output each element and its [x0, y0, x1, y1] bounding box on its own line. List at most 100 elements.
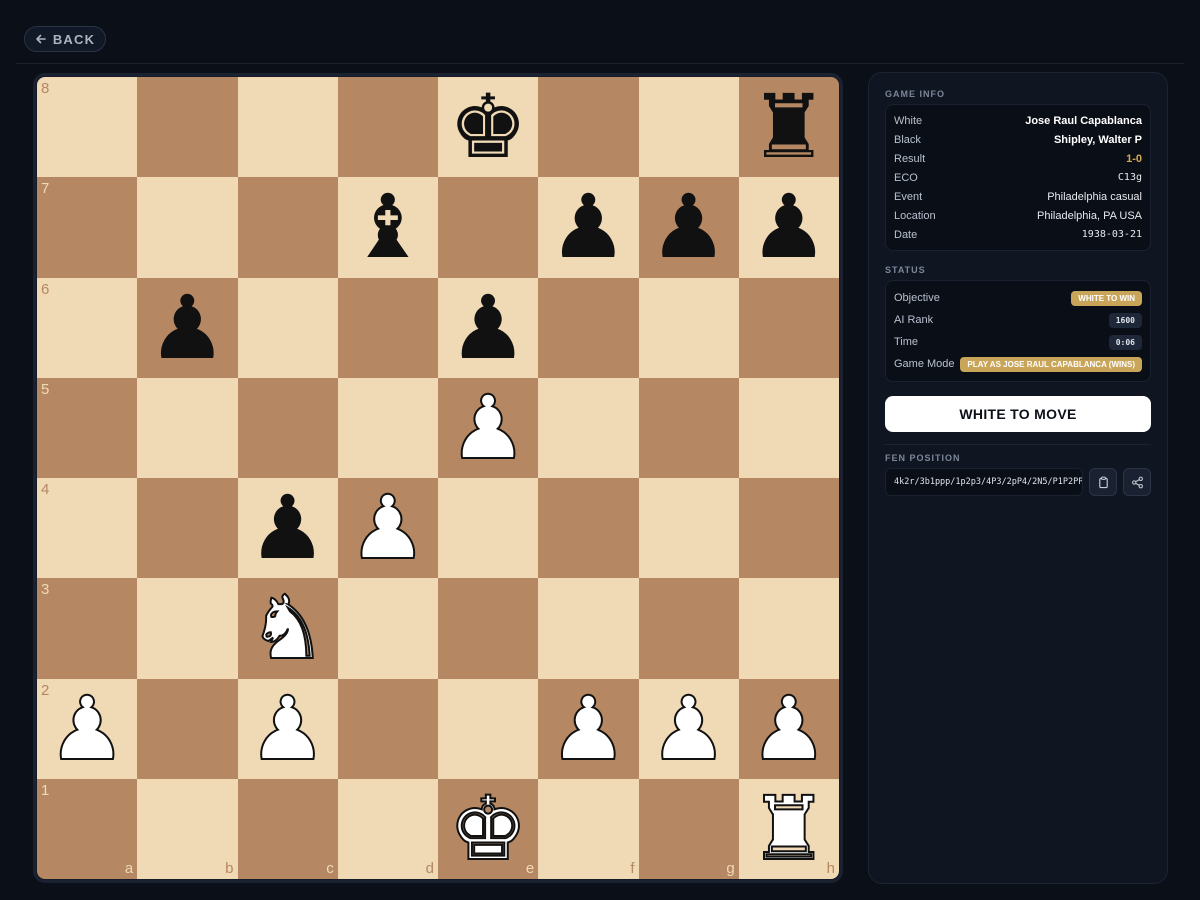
- square-f2[interactable]: ♟: [538, 678, 639, 779]
- square-a8[interactable]: 8: [37, 77, 138, 178]
- square-f3[interactable]: [538, 578, 639, 679]
- square-c7[interactable]: [237, 177, 338, 278]
- square-e8[interactable]: ♚: [438, 77, 539, 178]
- white-pawn-icon[interactable]: ♟: [448, 382, 529, 472]
- square-d5[interactable]: [337, 377, 438, 478]
- rank-label: 2: [41, 681, 50, 699]
- square-d1[interactable]: d: [337, 778, 438, 879]
- square-d8[interactable]: [337, 77, 438, 178]
- file-label: g: [726, 860, 735, 877]
- square-d4[interactable]: ♟: [337, 478, 438, 579]
- square-b5[interactable]: [137, 377, 238, 478]
- square-g7[interactable]: ♟: [638, 177, 739, 278]
- square-b6[interactable]: ♟: [137, 277, 238, 378]
- square-h2[interactable]: ♟: [738, 678, 839, 779]
- side-panel: GAME INFO White Jose Raul Capablanca Bla…: [868, 72, 1168, 884]
- white-pawn-icon[interactable]: ♟: [47, 683, 128, 773]
- square-b3[interactable]: [137, 578, 238, 679]
- black-pawn-icon[interactable]: ♟: [449, 283, 528, 372]
- info-row-eco: ECO C13g: [894, 168, 1142, 187]
- black-rook-icon[interactable]: ♜: [749, 83, 828, 171]
- black-pawn-icon[interactable]: ♟: [248, 484, 327, 572]
- white-king-icon[interactable]: ♚: [448, 783, 529, 873]
- square-g1[interactable]: g: [638, 778, 739, 879]
- square-e6[interactable]: ♟: [438, 277, 539, 378]
- square-c8[interactable]: [237, 77, 338, 178]
- square-e3[interactable]: [438, 578, 539, 679]
- square-a1[interactable]: 1a: [37, 778, 138, 879]
- square-f4[interactable]: [538, 478, 639, 579]
- white-pawn-icon[interactable]: ♟: [648, 683, 729, 773]
- square-e7[interactable]: [438, 177, 539, 278]
- square-b7[interactable]: [137, 177, 238, 278]
- square-f1[interactable]: f: [538, 778, 639, 879]
- square-g4[interactable]: [638, 478, 739, 579]
- ai-rank-badge: 1600: [1108, 312, 1142, 328]
- square-e4[interactable]: [438, 478, 539, 579]
- fen-input[interactable]: 4k2r/3b1ppp/1p2p3/4P3/2pP4/2N5/P1P2PPP/4…: [885, 468, 1084, 496]
- square-d7[interactable]: ♝: [337, 177, 438, 278]
- square-c5[interactable]: [237, 377, 338, 478]
- white-pawn-icon[interactable]: ♟: [748, 683, 829, 773]
- square-c3[interactable]: ♞: [237, 578, 338, 679]
- square-g5[interactable]: [638, 377, 739, 478]
- square-a5[interactable]: 5: [37, 377, 138, 478]
- square-b1[interactable]: b: [137, 778, 238, 879]
- square-h8[interactable]: ♜: [738, 77, 839, 178]
- white-pawn-icon[interactable]: ♟: [347, 483, 428, 573]
- square-a2[interactable]: 2 ♟: [37, 678, 138, 779]
- white-knight-icon[interactable]: ♞: [247, 583, 328, 673]
- square-c6[interactable]: [237, 277, 338, 378]
- copy-fen-button[interactable]: [1089, 468, 1118, 496]
- square-b4[interactable]: [137, 478, 238, 579]
- square-g3[interactable]: [638, 578, 739, 679]
- black-pawn-icon[interactable]: ♟: [549, 183, 628, 271]
- square-d2[interactable]: [337, 678, 438, 779]
- square-a6[interactable]: 6: [37, 277, 138, 378]
- black-bishop-icon[interactable]: ♝: [348, 183, 427, 271]
- back-button[interactable]: BACK: [24, 26, 106, 52]
- square-h3[interactable]: [738, 578, 839, 679]
- status-key: AI Rank: [894, 314, 934, 326]
- share-button[interactable]: [1123, 468, 1151, 496]
- square-b8[interactable]: [137, 77, 238, 178]
- black-king-icon[interactable]: ♚: [449, 83, 528, 171]
- square-c1[interactable]: c: [237, 778, 338, 879]
- chess-board[interactable]: 8 ♚ ♜ 7 ♝ ♟ ♟ ♟ 6 ♟ ♟ 5 ♟ 4 ♟ ♟ 3 ♞ 2 ♟ ♟ ♟ ♟ ♟ 1 a b c d e ♚ f g h ♜: [37, 77, 839, 879]
- square-c4[interactable]: ♟: [237, 478, 338, 579]
- square-e5[interactable]: ♟: [438, 377, 539, 478]
- square-f5[interactable]: [538, 377, 639, 478]
- square-h5[interactable]: [738, 377, 839, 478]
- status-row-objective: Objective WHITE TO WIN: [894, 287, 1142, 309]
- square-c2[interactable]: ♟: [237, 678, 338, 779]
- objective-badge: WHITE TO WIN: [1071, 290, 1142, 306]
- white-pawn-icon[interactable]: ♟: [247, 683, 328, 773]
- divider: [885, 444, 1151, 445]
- square-d6[interactable]: [337, 277, 438, 378]
- white-pawn-icon[interactable]: ♟: [548, 683, 629, 773]
- square-e2[interactable]: [438, 678, 539, 779]
- rank-label: 1: [41, 781, 50, 799]
- square-a4[interactable]: 4: [37, 478, 138, 579]
- square-f6[interactable]: [538, 277, 639, 378]
- square-h7[interactable]: ♟: [738, 177, 839, 278]
- square-g6[interactable]: [638, 277, 739, 378]
- file-label: f: [630, 860, 635, 877]
- white-to-move-button[interactable]: WHITE TO MOVE: [885, 396, 1151, 432]
- square-a7[interactable]: 7: [37, 177, 138, 278]
- square-e1[interactable]: e ♚: [438, 778, 539, 879]
- square-f8[interactable]: [538, 77, 639, 178]
- square-d3[interactable]: [337, 578, 438, 679]
- black-pawn-icon[interactable]: ♟: [649, 183, 728, 271]
- square-g2[interactable]: ♟: [638, 678, 739, 779]
- square-g8[interactable]: [638, 77, 739, 178]
- square-a3[interactable]: 3: [37, 578, 138, 679]
- square-h6[interactable]: [738, 277, 839, 378]
- square-h1[interactable]: h ♜: [738, 778, 839, 879]
- white-rook-icon[interactable]: ♜: [748, 783, 829, 873]
- black-pawn-icon[interactable]: ♟: [749, 183, 828, 271]
- square-h4[interactable]: [738, 478, 839, 579]
- black-pawn-icon[interactable]: ♟: [148, 283, 227, 372]
- square-f7[interactable]: ♟: [538, 177, 639, 278]
- square-b2[interactable]: [137, 678, 238, 779]
